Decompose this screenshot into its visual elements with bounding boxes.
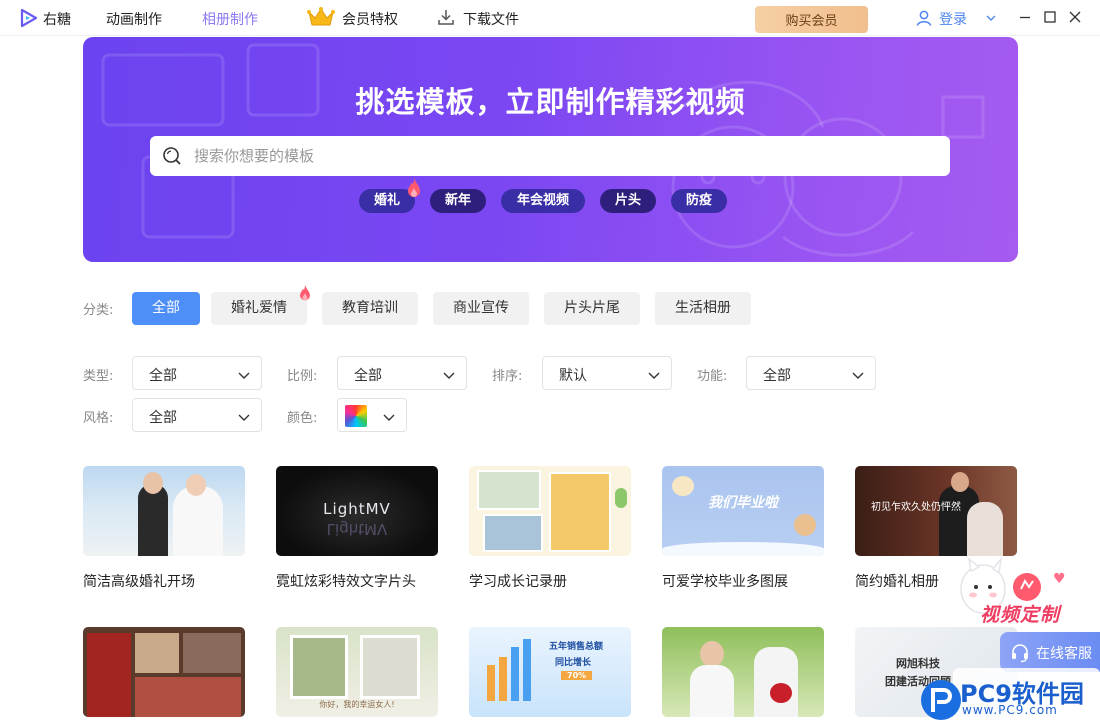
filter-style-select[interactable]: 全部	[132, 398, 262, 432]
filter-type-select[interactable]: 全部	[132, 356, 262, 390]
filter-feature-value: 全部	[763, 368, 791, 384]
color-swatch	[345, 405, 367, 427]
filter-type-value: 全部	[149, 368, 177, 384]
user-icon	[916, 10, 932, 26]
filter-sort-select[interactable]: 默认	[542, 356, 672, 390]
template-thumbnail: 初见乍欢久处仍怦然	[855, 466, 1017, 556]
nav-album[interactable]: 相册制作	[202, 9, 258, 29]
hero-banner: 挑选模板，立即制作精彩视频 婚礼 新年 年会视频 片头 防疫	[83, 37, 1018, 262]
close-icon[interactable]	[1067, 9, 1083, 25]
category-education[interactable]: 教育培训	[322, 292, 418, 325]
title-bar: 右糖 动画制作 相册制作 会员特权 下载文件 购买会员 登录	[0, 0, 1100, 36]
search-input[interactable]	[194, 136, 934, 176]
template-thumbnail	[83, 627, 245, 717]
filter-feature-label: 功能:	[697, 369, 728, 384]
template-title: 简洁高级婚礼开场	[83, 574, 195, 590]
flame-icon	[408, 178, 420, 197]
category-life-album[interactable]: 生活相册	[655, 292, 751, 325]
crown-icon	[307, 7, 335, 26]
search-icon	[163, 147, 181, 165]
chevron-down-icon	[648, 372, 660, 379]
svg-text:♥: ♥	[1053, 571, 1066, 587]
category-business[interactable]: 商业宣传	[433, 292, 529, 325]
maximize-icon[interactable]	[1042, 9, 1058, 25]
buy-vip-button[interactable]: 购买会员	[755, 6, 868, 33]
template-thumbnail: 我们毕业啦	[662, 466, 824, 556]
template-title: 霓虹炫彩特效文字片头	[276, 574, 416, 590]
hot-tag-epidemic[interactable]: 防疫	[671, 189, 727, 213]
login-link[interactable]: 登录	[939, 9, 967, 29]
template-thumbnail: 五年销售总额 同比增长 70%	[469, 627, 631, 717]
filter-color-select[interactable]	[337, 398, 407, 432]
flame-icon	[300, 284, 310, 301]
template-thumbnail	[469, 466, 631, 556]
chevron-down-icon	[238, 372, 250, 379]
app-logo-icon	[20, 8, 38, 28]
chevron-down-icon	[852, 372, 864, 379]
category-wedding[interactable]: 婚礼爱情	[211, 292, 307, 325]
download-icon	[438, 10, 454, 25]
chevron-down-icon	[443, 372, 455, 379]
filter-type-label: 类型:	[83, 369, 114, 384]
chevron-down-icon[interactable]	[985, 12, 997, 24]
nav-vip[interactable]: 会员特权	[342, 9, 398, 29]
video-custom-label[interactable]: 视频定制	[980, 600, 1060, 627]
template-thumbnail: LightMV LightMV	[276, 466, 438, 556]
filter-ratio-value: 全部	[354, 368, 382, 384]
hot-tag-intro[interactable]: 片头	[600, 189, 656, 213]
chevron-down-icon	[238, 414, 250, 421]
watermark-url: www.PC9.com	[962, 703, 1058, 717]
category-intro-outro[interactable]: 片头片尾	[544, 292, 640, 325]
filter-ratio-select[interactable]: 全部	[337, 356, 467, 390]
template-title: 简约婚礼相册	[855, 574, 939, 590]
search-box[interactable]	[150, 136, 950, 176]
online-service-button[interactable]: 在线客服	[1000, 632, 1100, 672]
hot-tag-annual[interactable]: 年会视频	[501, 189, 585, 213]
filter-sort-label: 排序:	[492, 369, 523, 384]
chevron-down-icon	[383, 414, 395, 421]
banner-title: 挑选模板，立即制作精彩视频	[355, 85, 746, 119]
nav-download[interactable]: 下载文件	[463, 9, 519, 29]
template-title: 学习成长记录册	[469, 574, 567, 590]
filter-feature-select[interactable]: 全部	[746, 356, 876, 390]
thumbnail-text: LightMV	[323, 500, 391, 518]
template-thumbnail	[83, 466, 245, 556]
template-thumbnail: 你好，我的幸运女人!	[276, 627, 438, 717]
category-all[interactable]: 全部	[132, 292, 200, 325]
filter-color-label: 颜色:	[287, 411, 318, 426]
thumbnail-badge: 70%	[561, 671, 593, 680]
hot-tag-newyear[interactable]: 新年	[430, 189, 486, 213]
thumbnail-subtext: 同比增长	[555, 658, 592, 668]
filter-sort-value: 默认	[559, 368, 587, 384]
thumbnail-text: 初见乍欢久处仍怦然	[871, 502, 961, 513]
headset-icon	[1012, 644, 1028, 663]
template-thumbnail	[662, 627, 824, 717]
filter-style-value: 全部	[149, 410, 177, 426]
filter-style-label: 风格:	[83, 411, 114, 426]
thumbnail-text: 你好，我的幸运女人!	[319, 700, 395, 709]
nav-animation[interactable]: 动画制作	[106, 9, 162, 29]
thumbnail-reflection: LightMV	[326, 520, 388, 538]
thumbnail-text: 五年销售总额	[549, 642, 604, 652]
category-label: 分类:	[83, 303, 114, 318]
online-service-label: 在线客服	[1036, 646, 1092, 662]
filter-ratio-label: 比例:	[287, 369, 318, 384]
app-name: 右糖	[43, 12, 71, 28]
minimize-icon[interactable]	[1017, 9, 1033, 25]
template-title: 可爱学校毕业多图展	[662, 574, 788, 590]
